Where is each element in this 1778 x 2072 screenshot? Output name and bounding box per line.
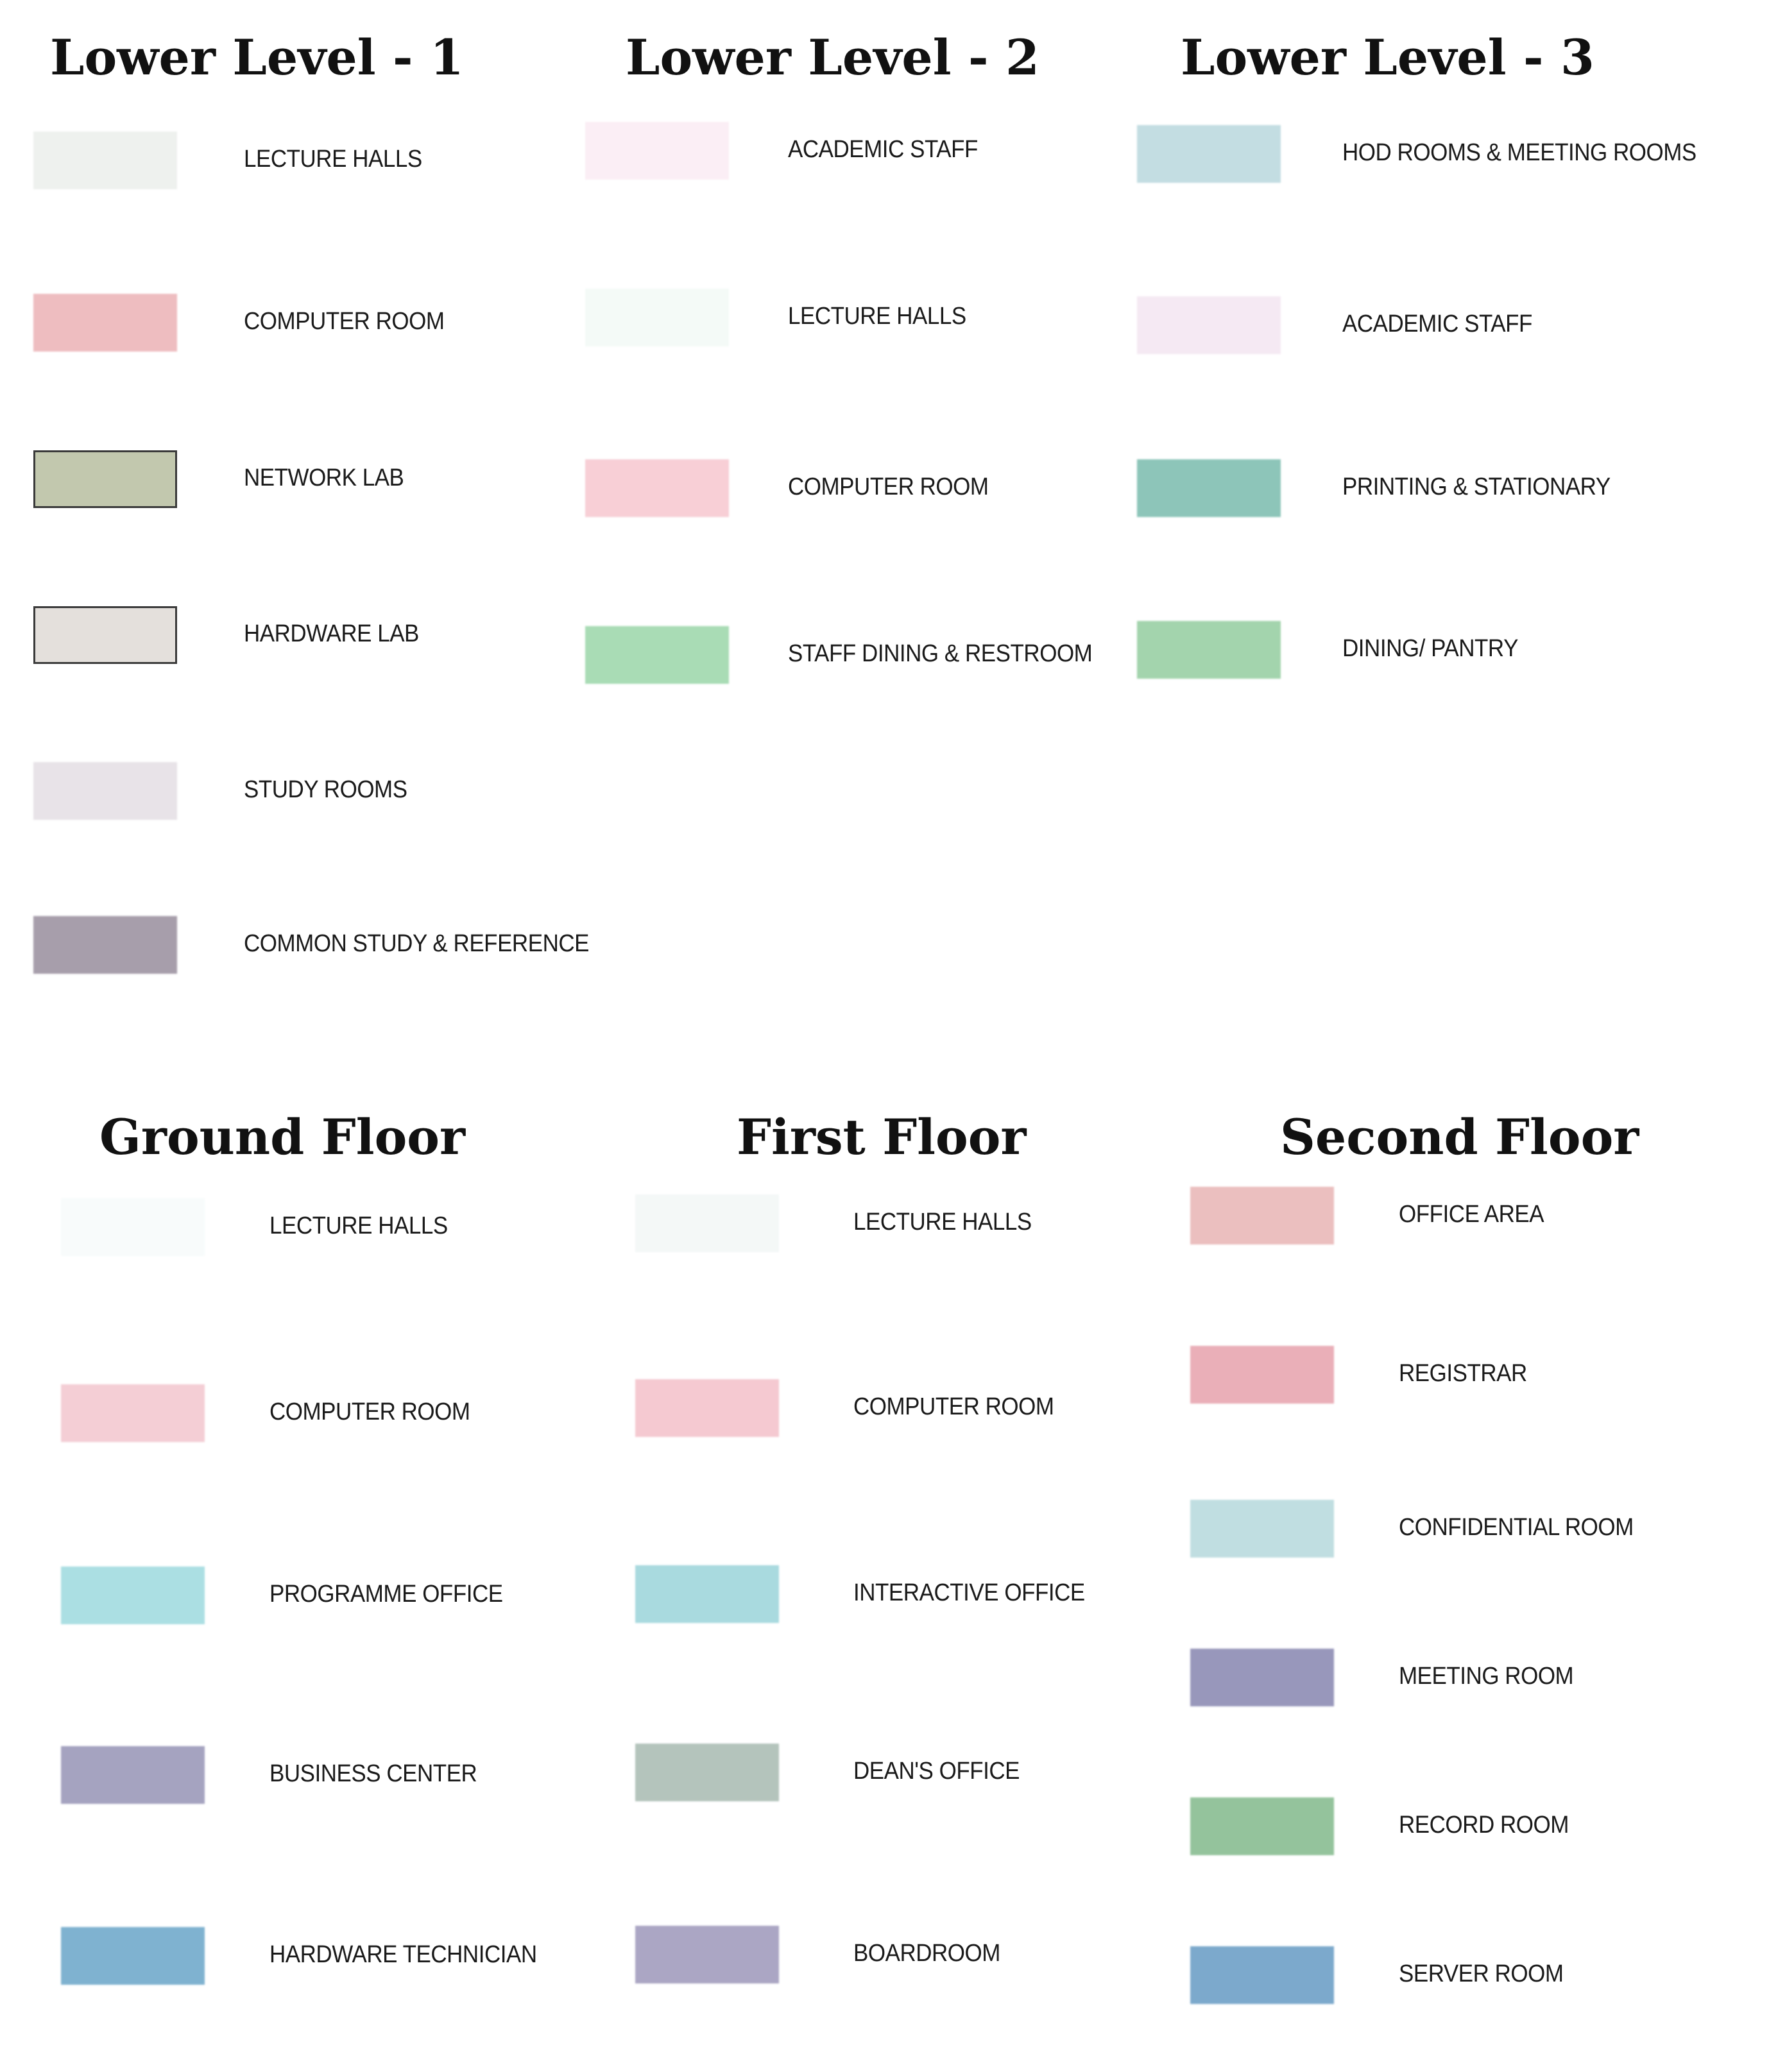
color-swatch: [1190, 1797, 1334, 1855]
color-swatch: [1137, 621, 1281, 679]
legend-label: REGISTRAR: [1399, 1360, 1527, 1387]
legend-label: DEAN'S OFFICE: [853, 1758, 1020, 1785]
color-swatch: [585, 459, 729, 517]
color-swatch: [635, 1926, 779, 1983]
section-title-lower-level-3: Lower Level - 3: [1181, 29, 1594, 86]
legend-label: LECTURE HALLS: [853, 1209, 1032, 1236]
section-title-second-floor: Second Floor: [1280, 1108, 1639, 1166]
legend-label: COMPUTER ROOM: [269, 1398, 470, 1425]
color-swatch: [61, 1384, 205, 1442]
color-swatch: [635, 1565, 779, 1623]
color-swatch: [61, 1567, 205, 1624]
color-swatch: [1190, 1187, 1334, 1244]
legend-label: LECTURE HALLS: [269, 1212, 448, 1239]
color-swatch: [1137, 125, 1281, 183]
color-swatch: [585, 122, 729, 180]
legend-label: SERVER ROOM: [1399, 1960, 1564, 1987]
color-swatch: [33, 132, 177, 189]
legend-label: BOARDROOM: [853, 1940, 1000, 1967]
legend-label: COMPUTER ROOM: [244, 308, 445, 335]
section-title-lower-level-1: Lower Level - 1: [50, 29, 464, 86]
legend-label: STUDY ROOMS: [244, 776, 407, 803]
legend-label: CONFIDENTIAL ROOM: [1399, 1514, 1634, 1541]
section-title-ground-floor: Ground Floor: [99, 1108, 465, 1166]
color-swatch: [61, 1927, 205, 1985]
color-swatch: [1137, 296, 1281, 354]
legend-label: ACADEMIC STAFF: [1342, 310, 1532, 337]
legend-label: NETWORK LAB: [244, 464, 404, 491]
legend-label: COMPUTER ROOM: [788, 473, 989, 500]
room-legend-sheet: Lower Level - 1 LECTURE HALLS COMPUTER RO…: [0, 0, 1778, 2072]
legend-label: RECORD ROOM: [1399, 1812, 1569, 1838]
section-title-lower-level-2: Lower Level - 2: [626, 29, 1039, 86]
color-swatch: [585, 626, 729, 684]
legend-label: COMMON STUDY & REFERENCE: [244, 930, 590, 957]
legend-label: LECTURE HALLS: [788, 303, 966, 330]
legend-label: DINING/ PANTRY: [1342, 635, 1518, 662]
legend-label: COMPUTER ROOM: [853, 1393, 1054, 1420]
legend-label: HARDWARE TECHNICIAN: [269, 1941, 537, 1968]
color-swatch: [33, 450, 177, 508]
legend-label: OFFICE AREA: [1399, 1201, 1544, 1228]
legend-label: INTERACTIVE OFFICE: [853, 1579, 1085, 1606]
legend-label: ACADEMIC STAFF: [788, 136, 978, 163]
color-swatch: [33, 916, 177, 974]
color-swatch: [61, 1198, 205, 1256]
legend-label: PROGRAMME OFFICE: [269, 1581, 503, 1608]
legend-label: LECTURE HALLS: [244, 146, 422, 173]
color-swatch: [61, 1746, 205, 1804]
color-swatch: [1190, 1346, 1334, 1404]
color-swatch: [1137, 459, 1281, 517]
color-swatch: [1190, 1500, 1334, 1558]
color-swatch: [33, 762, 177, 820]
legend-label: BUSINESS CENTER: [269, 1760, 477, 1787]
color-swatch: [33, 606, 177, 664]
legend-label: PRINTING & STATIONARY: [1342, 473, 1611, 500]
legend-label: STAFF DINING & RESTROOM: [788, 640, 1093, 667]
color-swatch: [1190, 1649, 1334, 1706]
color-swatch: [1190, 1946, 1334, 2004]
color-swatch: [635, 1744, 779, 1801]
color-swatch: [635, 1379, 779, 1437]
color-swatch: [585, 289, 729, 346]
legend-label: MEETING ROOM: [1399, 1663, 1574, 1690]
legend-label: HOD ROOMS & MEETING ROOMS: [1342, 139, 1697, 166]
color-swatch: [635, 1194, 779, 1252]
section-title-first-floor: First Floor: [737, 1108, 1027, 1166]
legend-label: HARDWARE LAB: [244, 620, 419, 647]
color-swatch: [33, 294, 177, 352]
